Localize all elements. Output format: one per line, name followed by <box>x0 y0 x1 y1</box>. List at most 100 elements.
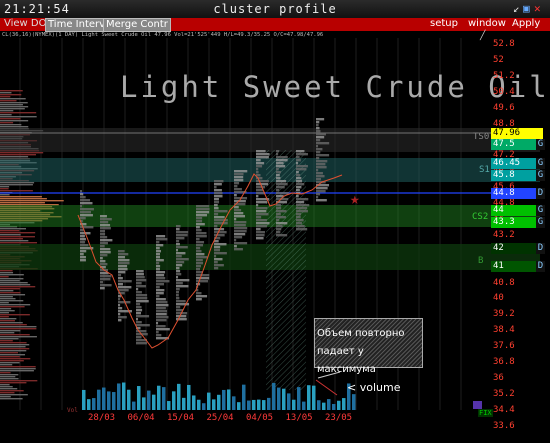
cluster-cell <box>256 156 269 159</box>
price-axis-label: 38.4 <box>493 325 515 336</box>
volume-bar <box>282 388 286 410</box>
cluster-cell <box>118 256 125 259</box>
price-tag[interactable]: 42 <box>491 243 536 254</box>
window-button[interactable]: window <box>466 18 508 30</box>
cluster-cell <box>316 193 321 196</box>
cluster-cell <box>176 261 185 264</box>
cluster-cell <box>234 221 247 224</box>
cluster-cell <box>276 213 281 216</box>
cluster-cell <box>316 124 319 127</box>
cluster-cell <box>80 253 84 256</box>
cluster-cell <box>276 171 281 174</box>
tag-flag[interactable]: G <box>536 217 545 228</box>
profile-bar <box>0 94 22 96</box>
apply-button[interactable]: Apply <box>510 18 542 30</box>
tag-flag[interactable]: D <box>536 188 545 199</box>
price-tag[interactable]: 45.8 <box>491 170 536 181</box>
cluster-cell <box>296 183 305 186</box>
cluster-cell <box>136 336 142 339</box>
cluster-cell <box>156 319 167 322</box>
cluster-cell <box>296 153 308 156</box>
cluster-cell <box>176 270 181 273</box>
cluster-cell <box>234 248 243 251</box>
cluster-cell <box>176 255 182 258</box>
profile-bar <box>0 184 33 186</box>
tag-flag[interactable]: G <box>536 205 545 216</box>
tag-flag[interactable]: G <box>536 158 545 169</box>
price-tag[interactable]: 44 <box>491 205 536 216</box>
cluster-cell <box>214 267 219 270</box>
tag-flag[interactable]: D <box>536 261 545 272</box>
volume-bar <box>87 399 91 410</box>
cluster-cell <box>176 249 179 252</box>
cluster-cell <box>176 246 188 249</box>
cluster-cell <box>156 322 159 325</box>
cluster-cell <box>276 168 279 171</box>
price-tag[interactable]: 43.3 <box>491 217 536 228</box>
cluster-cell <box>100 284 112 287</box>
profile-bar <box>0 92 12 94</box>
cluster-cell <box>296 201 305 204</box>
cluster-cell <box>176 264 183 267</box>
cluster-cell <box>80 208 94 211</box>
cluster-cell <box>196 238 200 241</box>
price-axis-label: 35.2 <box>493 388 515 399</box>
volume-bar <box>157 385 161 410</box>
cluster-cell <box>100 278 111 281</box>
cluster-cell <box>80 214 93 217</box>
volume-bar <box>117 383 121 410</box>
cluster-cell <box>196 265 202 268</box>
cluster-cell <box>176 291 179 294</box>
fix-button[interactable]: FIX <box>478 409 493 417</box>
tag-flag[interactable]: G <box>536 139 545 150</box>
price-tag[interactable]: 47.96 <box>491 128 543 139</box>
cluster-cell <box>156 283 165 286</box>
cluster-cell <box>176 237 185 240</box>
cluster-cell <box>296 180 303 183</box>
profile-bar <box>0 122 14 124</box>
cluster-cell <box>256 153 270 156</box>
cluster-cell <box>214 243 227 246</box>
cluster-cell <box>156 286 160 289</box>
minimize-icon[interactable]: ↙ <box>513 2 520 15</box>
volume-bar <box>192 395 196 410</box>
cluster-cell <box>316 163 326 166</box>
merge-contr-button[interactable]: Merge Contr <box>103 18 171 32</box>
cluster-cell <box>136 321 142 324</box>
color-square-icon[interactable] <box>473 401 482 409</box>
price-tag[interactable]: 46.45 <box>491 158 536 169</box>
cluster-cell <box>234 239 237 242</box>
cluster-cell <box>80 241 86 244</box>
cluster-cell <box>100 227 111 230</box>
cluster-cell <box>276 189 280 192</box>
price-tag[interactable]: 41 <box>491 261 536 272</box>
price-tag[interactable]: 44.8 <box>491 188 536 199</box>
volume-bar <box>237 402 241 410</box>
cluster-cell <box>156 313 167 316</box>
profile-bar <box>0 306 25 308</box>
cluster-cell <box>276 162 284 165</box>
cluster-cell <box>196 292 202 295</box>
cluster-cell <box>80 202 93 205</box>
red-arrow <box>315 379 338 396</box>
cluster-cell <box>276 153 279 156</box>
tag-flag[interactable]: G <box>536 170 545 181</box>
restore-icon[interactable]: ▣ <box>523 2 530 15</box>
volume-bar <box>82 389 86 410</box>
tag-flag[interactable]: D <box>536 243 545 254</box>
cluster-cell <box>234 194 237 197</box>
cluster-cell <box>316 154 330 157</box>
cluster-cell <box>214 261 218 264</box>
cluster-cell <box>276 216 286 219</box>
setup-button[interactable]: setup <box>428 18 460 30</box>
cluster-cell <box>80 193 84 196</box>
close-icon[interactable]: ✕ <box>534 2 541 15</box>
volume-bar <box>287 393 291 410</box>
cluster-cell <box>276 222 288 225</box>
cluster-cell <box>80 238 86 241</box>
price-tag[interactable]: 47.5 <box>491 139 536 150</box>
cluster-cell <box>136 342 147 345</box>
profile-bar <box>0 108 25 110</box>
cluster-cell <box>118 277 123 280</box>
annotation-line-2: падает у максимума <box>317 346 376 375</box>
